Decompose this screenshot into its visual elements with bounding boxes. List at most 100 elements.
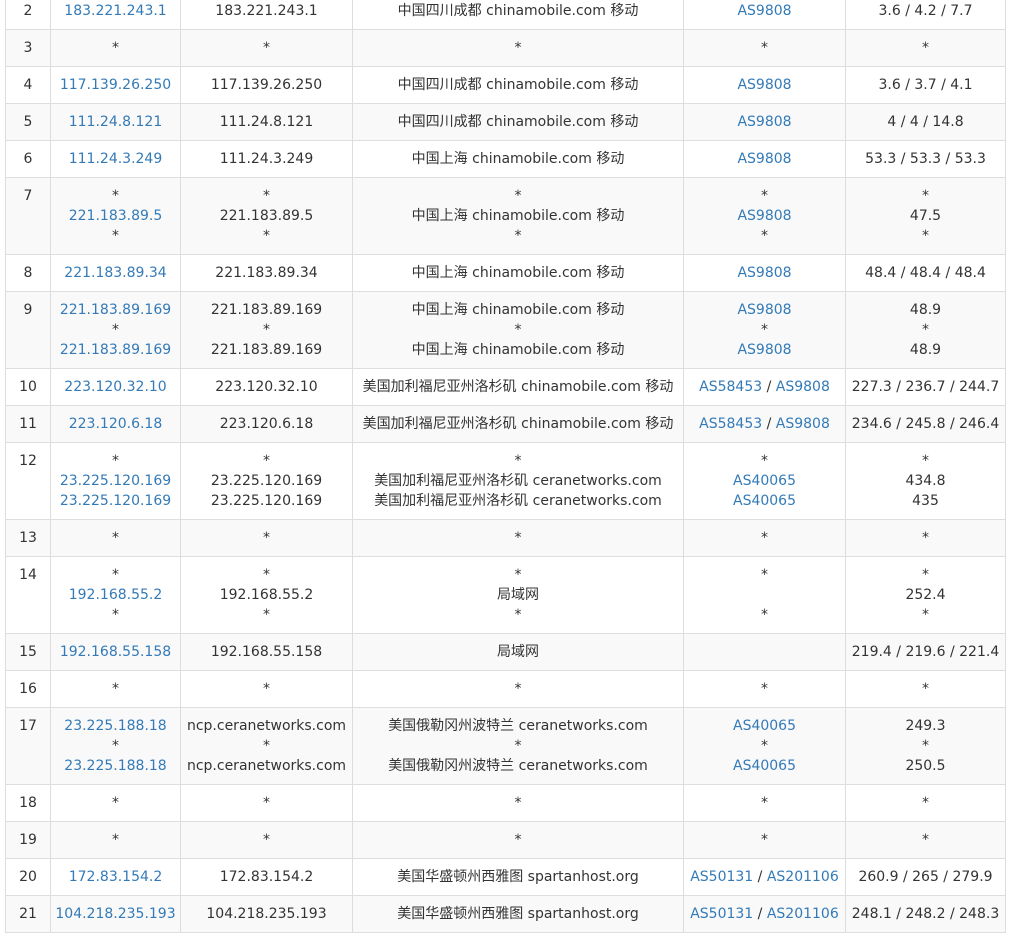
ip-link-cell: * [50, 29, 181, 67]
hostname-cell: 111.24.3.249 [180, 140, 353, 178]
asn-link[interactable]: AS9808 [776, 379, 830, 395]
hop-number: 18 [5, 784, 51, 822]
hop-number: 11 [5, 405, 51, 443]
hostname: 104.218.235.193 [206, 906, 327, 922]
ip-link-cell: 111.24.8.121 [50, 103, 181, 141]
table-row: 17 23.225.188.18 * 23.225.188.18 ncp.ceranet… [5, 707, 1006, 785]
ip-link[interactable]: 111.24.8.121 [52, 112, 180, 132]
asn-link[interactable]: AS9808 [737, 3, 791, 19]
asn-cell: * [683, 670, 846, 708]
asn-link[interactable]: AS50131 [690, 869, 753, 885]
hostname-cell: 192.168.55.158 [180, 633, 353, 671]
asn-link[interactable]: AS9808 [737, 265, 791, 281]
ip-link[interactable]: 172.83.154.2 [52, 867, 180, 887]
asn-cell: AS9808 [683, 254, 846, 292]
asn-link[interactable]: AS9808 [737, 208, 791, 224]
ip-link-cell: * [50, 670, 181, 708]
latency-cell: 53.3 / 53.3 / 53.3 [845, 140, 1006, 178]
ip-link[interactable]: 111.24.3.249 [52, 149, 180, 169]
hostname: * [263, 681, 270, 697]
hostname-cell: * [180, 29, 353, 67]
hostname-cell: * 23.225.120.169 23.225.120.169 [180, 442, 353, 520]
ip-link-cell: * [50, 519, 181, 557]
asn-link[interactable]: AS9808 [776, 416, 830, 432]
asn-line: * [685, 830, 845, 850]
location: 美国加利福尼亚州洛杉矶 ceranetworks.com [374, 473, 662, 489]
latency: 250.5 [905, 758, 946, 774]
latency: * [922, 795, 929, 811]
hop-number: 16 [5, 670, 51, 708]
asn-link: * [761, 453, 768, 469]
hostname-cell: 111.24.8.121 [180, 103, 353, 141]
asn-link[interactable]: AS58453 [699, 416, 762, 432]
ip-link: * [112, 322, 119, 338]
location-cell: * 美国加利福尼亚州洛杉矶 ceranetworks.com 美国加利福尼亚州洛杉矶… [352, 442, 684, 520]
asn-line [685, 642, 845, 662]
ip-link[interactable]: 221.183.89.169 [52, 340, 180, 360]
ip-link[interactable]: 23.225.188.18 [52, 756, 180, 776]
asn-link[interactable]: AS9808 [737, 151, 791, 167]
hostname: 221.183.89.169 [210, 302, 323, 318]
location-cell: 中国上海 chinamobile.com 移动 [352, 254, 684, 292]
asn-line: AS50131 / AS201106 [685, 867, 845, 887]
asn-link[interactable]: AS201106 [767, 906, 839, 922]
ip-link[interactable]: 223.120.6.18 [52, 414, 180, 434]
asn-link[interactable]: AS9808 [737, 114, 791, 130]
traceroute-body: 2 183.221.243.1 183.221.243.1 中国四川成都 chinam… [5, 0, 1006, 933]
hostname: * [263, 567, 270, 583]
asn-link[interactable]: AS40065 [733, 493, 796, 509]
asn-link[interactable]: AS9808 [737, 302, 791, 318]
ip-link[interactable]: 192.168.55.2 [52, 585, 180, 605]
latency-cell: 48.4 / 48.4 / 48.4 [845, 254, 1006, 292]
asn-line: * [685, 451, 845, 471]
hostname-cell: 183.221.243.1 [180, 0, 353, 30]
ip-link[interactable]: 23.225.188.18 [52, 716, 180, 736]
asn-separator: / [762, 379, 776, 395]
asn-line: AS58453 / AS9808 [685, 414, 845, 434]
ip-link[interactable]: 221.183.89.5 [52, 206, 180, 226]
ip-link[interactable]: 183.221.243.1 [52, 1, 180, 21]
asn-link[interactable]: AS9808 [737, 342, 791, 358]
location-cell: * [352, 519, 684, 557]
hostname-cell: 221.183.89.169 * 221.183.89.169 [180, 291, 353, 369]
ip-link[interactable]: 192.168.55.158 [52, 642, 180, 662]
ip-link[interactable]: 223.120.32.10 [52, 377, 180, 397]
ip-link[interactable]: 23.225.120.169 [52, 491, 180, 511]
hop-number: 4 [5, 66, 51, 104]
ip-link[interactable]: 221.183.89.169 [52, 300, 180, 320]
table-row: 10 223.120.32.10 223.120.32.10 美国加利福尼亚州洛杉矶 … [5, 368, 1006, 406]
hop-number: 3 [5, 29, 51, 67]
asn-link[interactable]: AS201106 [767, 869, 839, 885]
ip-link[interactable]: 104.218.235.193 [52, 904, 180, 924]
asn-link[interactable]: AS40065 [733, 718, 796, 734]
latency-cell: * [845, 821, 1006, 859]
location-cell: * [352, 821, 684, 859]
hostname: * [263, 40, 270, 56]
latency-cell: 3.6 / 4.2 / 7.7 [845, 0, 1006, 30]
ip-link[interactable]: 117.139.26.250 [52, 75, 180, 95]
ip-link-cell: * [50, 784, 181, 822]
asn-link[interactable]: AS50131 [690, 906, 753, 922]
table-row: 7 * 221.183.89.5 * * 221.183.89.5 * * 中国上海 china… [5, 177, 1006, 255]
asn-link[interactable]: AS9808 [737, 77, 791, 93]
latency: 227.3 / 236.7 / 244.7 [851, 379, 1000, 395]
ip-link[interactable]: 221.183.89.34 [52, 263, 180, 283]
asn-link[interactable]: AS58453 [699, 379, 762, 395]
ip-link-cell: * 221.183.89.5 * [50, 177, 181, 255]
ip-link[interactable]: 23.225.120.169 [52, 471, 180, 491]
hop-number: 19 [5, 821, 51, 859]
latency-cell: 260.9 / 265 / 279.9 [845, 858, 1006, 896]
asn-link[interactable]: AS40065 [733, 758, 796, 774]
location: * [514, 832, 522, 848]
asn-link[interactable]: AS40065 [733, 473, 796, 489]
latency: 234.6 / 245.8 / 246.4 [851, 416, 1000, 432]
latency: 219.4 / 219.6 / 221.4 [851, 644, 1000, 660]
hostname: 117.139.26.250 [210, 77, 323, 93]
location: 局域网 [497, 587, 539, 603]
hostname: 183.221.243.1 [215, 3, 318, 19]
hop-number: 15 [5, 633, 51, 671]
location: 美国俄勒冈州波特兰 ceranetworks.com [388, 718, 648, 734]
hostname: * [263, 607, 270, 623]
hop-number: 9 [5, 291, 51, 369]
latency-cell: * [845, 519, 1006, 557]
